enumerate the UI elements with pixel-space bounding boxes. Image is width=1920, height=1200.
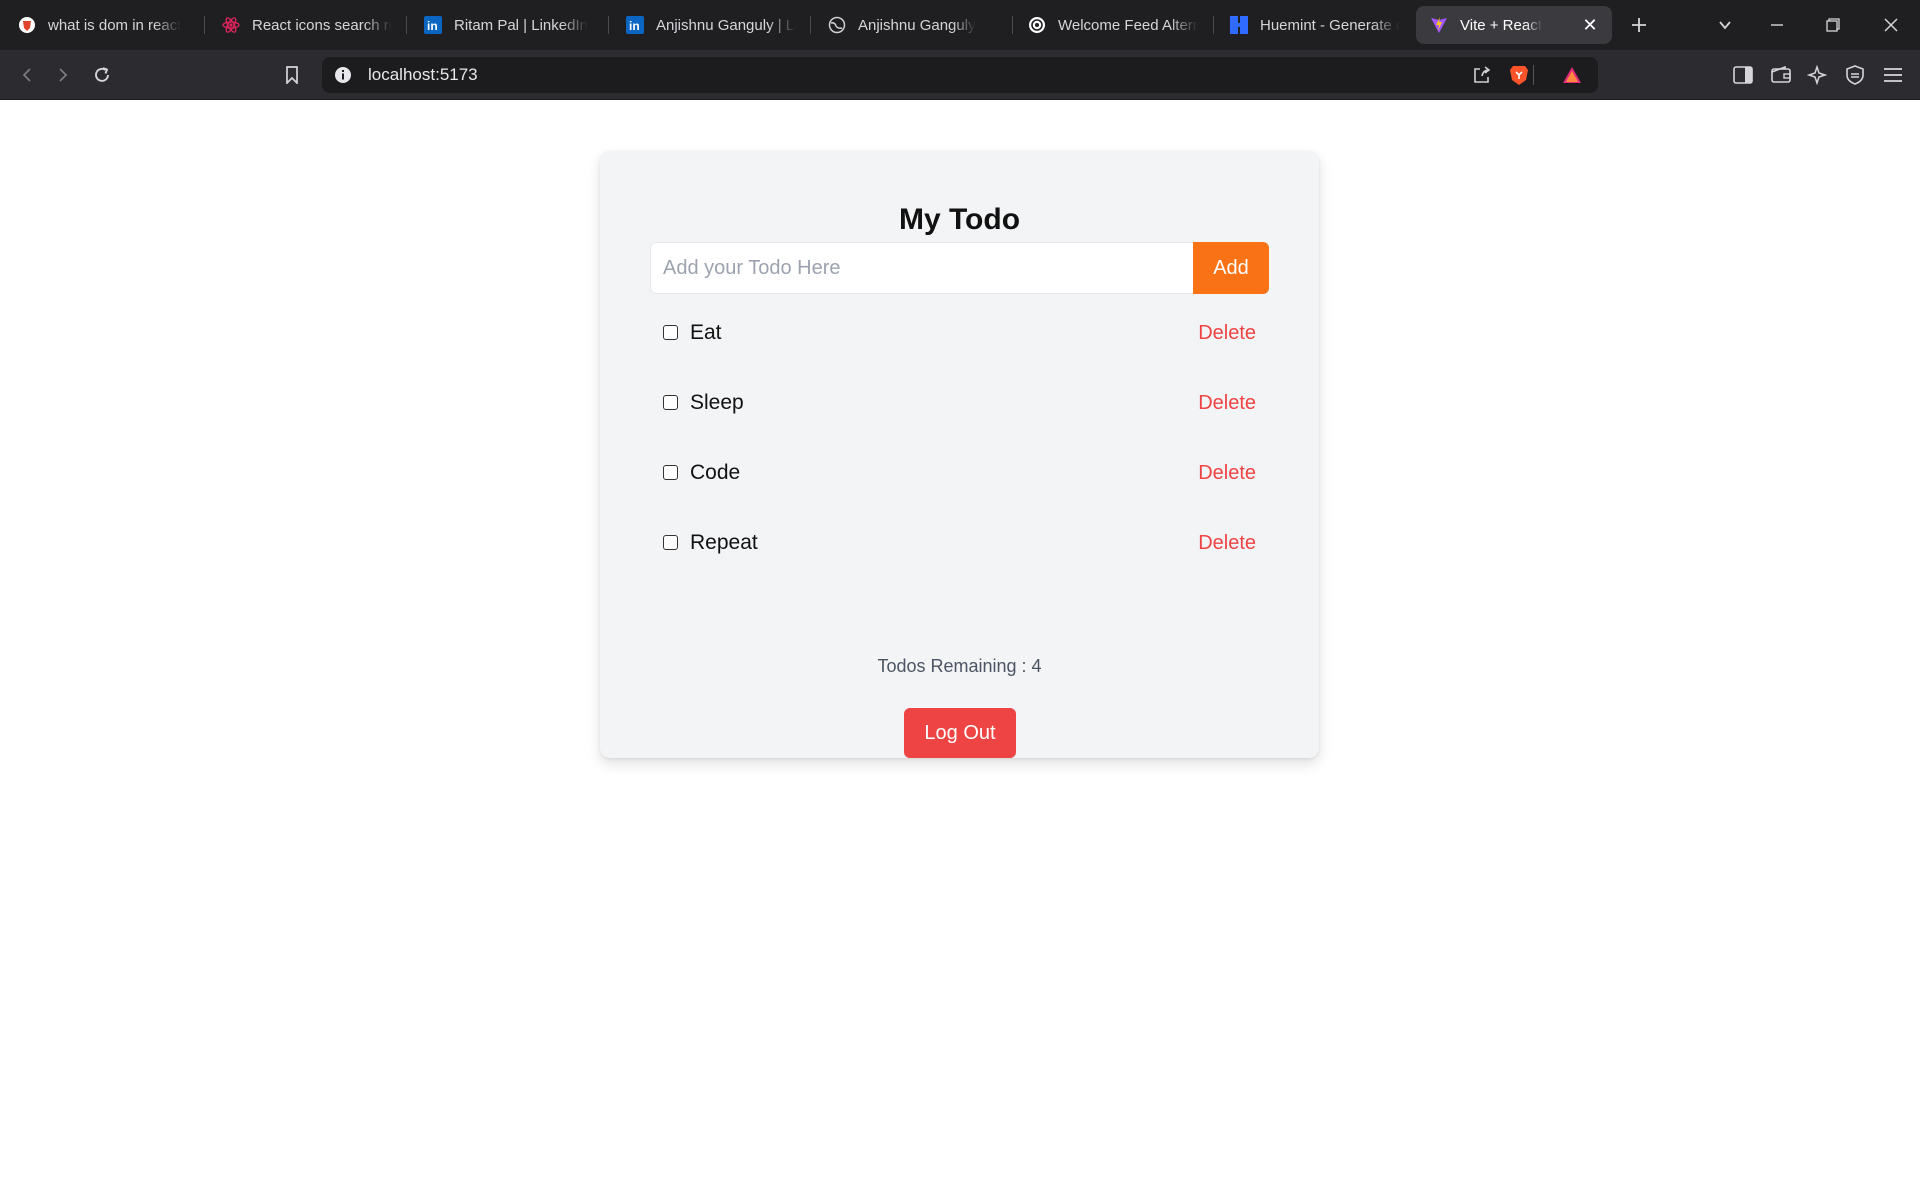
logout-button[interactable]: Log Out bbox=[904, 708, 1016, 758]
delete-button[interactable]: Delete bbox=[1198, 392, 1256, 415]
tab-title: Ritam Pal | LinkedIn bbox=[454, 16, 588, 34]
restore-icon[interactable] bbox=[1818, 10, 1848, 40]
todo-card: My Todo Add Eat Delete Sleep Delete Code… bbox=[600, 151, 1319, 758]
brave-rewards-icon[interactable] bbox=[1562, 66, 1582, 89]
reload-icon[interactable] bbox=[89, 62, 115, 88]
browser-tab[interactable]: Anjishnu Ganguly bbox=[828, 6, 998, 44]
minimize-icon[interactable] bbox=[1762, 10, 1792, 40]
leo-ai-icon[interactable] bbox=[1804, 62, 1830, 88]
new-tab-icon[interactable] bbox=[1624, 10, 1654, 40]
tab-title: Welcome Feed Altern bbox=[1058, 16, 1198, 34]
todo-text: Eat bbox=[690, 321, 722, 344]
openai-icon bbox=[1028, 16, 1046, 34]
todo-text: Repeat bbox=[690, 531, 758, 554]
menu-icon[interactable] bbox=[1880, 62, 1906, 88]
tab-separator bbox=[1012, 16, 1013, 34]
site-info-icon[interactable] bbox=[334, 66, 352, 89]
browser-toolbar: localhost:5173 bbox=[0, 50, 1920, 100]
browser-tab-bar: what is dom in react React icons search … bbox=[0, 0, 1920, 50]
vpn-shield-icon[interactable] bbox=[1842, 62, 1868, 88]
todo-item: Repeat Delete bbox=[663, 523, 1269, 563]
wallet-icon[interactable] bbox=[1768, 62, 1794, 88]
react-icon bbox=[222, 16, 240, 34]
delete-button[interactable]: Delete bbox=[1198, 462, 1256, 485]
browser-tab[interactable]: in Ritam Pal | LinkedIn bbox=[424, 6, 594, 44]
todo-checkbox[interactable] bbox=[663, 534, 678, 550]
tab-title: Anjishnu Ganguly | Li bbox=[656, 16, 796, 34]
vite-icon bbox=[1430, 16, 1448, 34]
browser-tab[interactable]: Huemint - Generate c bbox=[1230, 6, 1400, 44]
svg-text:in: in bbox=[427, 19, 438, 33]
tab-title: Vite + React bbox=[1460, 16, 1542, 34]
delete-button[interactable]: Delete bbox=[1198, 322, 1256, 345]
tab-title: what is dom in react bbox=[48, 16, 182, 34]
huemint-icon bbox=[1230, 16, 1248, 34]
linkedin-icon: in bbox=[626, 16, 644, 34]
todo-checkbox[interactable] bbox=[663, 464, 678, 480]
close-tab-icon[interactable]: ✕ bbox=[1580, 15, 1600, 35]
url-text: localhost:5173 bbox=[368, 65, 478, 84]
linkedin-icon: in bbox=[424, 16, 442, 34]
todo-item: Eat Delete bbox=[663, 313, 1269, 353]
back-icon[interactable] bbox=[14, 62, 40, 88]
tab-separator bbox=[406, 16, 407, 34]
tab-separator bbox=[810, 16, 811, 34]
tab-separator bbox=[1213, 16, 1214, 34]
globe-icon bbox=[828, 16, 846, 34]
todo-input[interactable] bbox=[650, 242, 1194, 294]
close-window-icon[interactable] bbox=[1876, 10, 1906, 40]
bookmark-icon[interactable] bbox=[279, 62, 305, 88]
browser-tab[interactable]: in Anjishnu Ganguly | Li bbox=[626, 6, 796, 44]
svg-text:in: in bbox=[629, 19, 640, 33]
todos-remaining-text: Todos Remaining : 4 bbox=[877, 656, 1042, 676]
browser-tab[interactable]: Welcome Feed Altern bbox=[1028, 6, 1198, 44]
tab-separator bbox=[608, 16, 609, 34]
address-bar[interactable]: localhost:5173 bbox=[322, 57, 1598, 93]
todo-text: Code bbox=[690, 461, 741, 484]
todo-text: Sleep bbox=[690, 391, 744, 414]
browser-tab[interactable]: React icons search re bbox=[222, 6, 392, 44]
tab-separator bbox=[204, 16, 205, 34]
tab-title: Anjishnu Ganguly bbox=[858, 16, 976, 34]
share-icon[interactable] bbox=[1472, 65, 1492, 90]
brave-shields-icon[interactable] bbox=[1509, 64, 1529, 91]
browser-tab-active[interactable]: Vite + React ✕ bbox=[1416, 6, 1612, 44]
todo-checkbox[interactable] bbox=[663, 394, 678, 410]
add-button[interactable]: Add bbox=[1193, 242, 1269, 294]
address-bar-divider bbox=[1533, 65, 1534, 85]
tab-title: React icons search re bbox=[252, 16, 392, 34]
tab-title: Huemint - Generate c bbox=[1260, 16, 1400, 34]
delete-button[interactable]: Delete bbox=[1198, 532, 1256, 555]
todo-item: Sleep Delete bbox=[663, 383, 1269, 423]
sidebar-toggle-icon[interactable] bbox=[1730, 62, 1756, 88]
todo-item: Code Delete bbox=[663, 453, 1269, 493]
page-title: My Todo bbox=[898, 203, 1021, 236]
brave-search-icon bbox=[18, 16, 36, 34]
page-viewport: My Todo Add Eat Delete Sleep Delete Code… bbox=[0, 101, 1920, 1200]
browser-tab[interactable]: what is dom in react bbox=[18, 6, 188, 44]
tab-list-chevron-icon[interactable] bbox=[1710, 10, 1740, 40]
todo-checkbox[interactable] bbox=[663, 324, 678, 340]
forward-icon[interactable] bbox=[50, 62, 76, 88]
